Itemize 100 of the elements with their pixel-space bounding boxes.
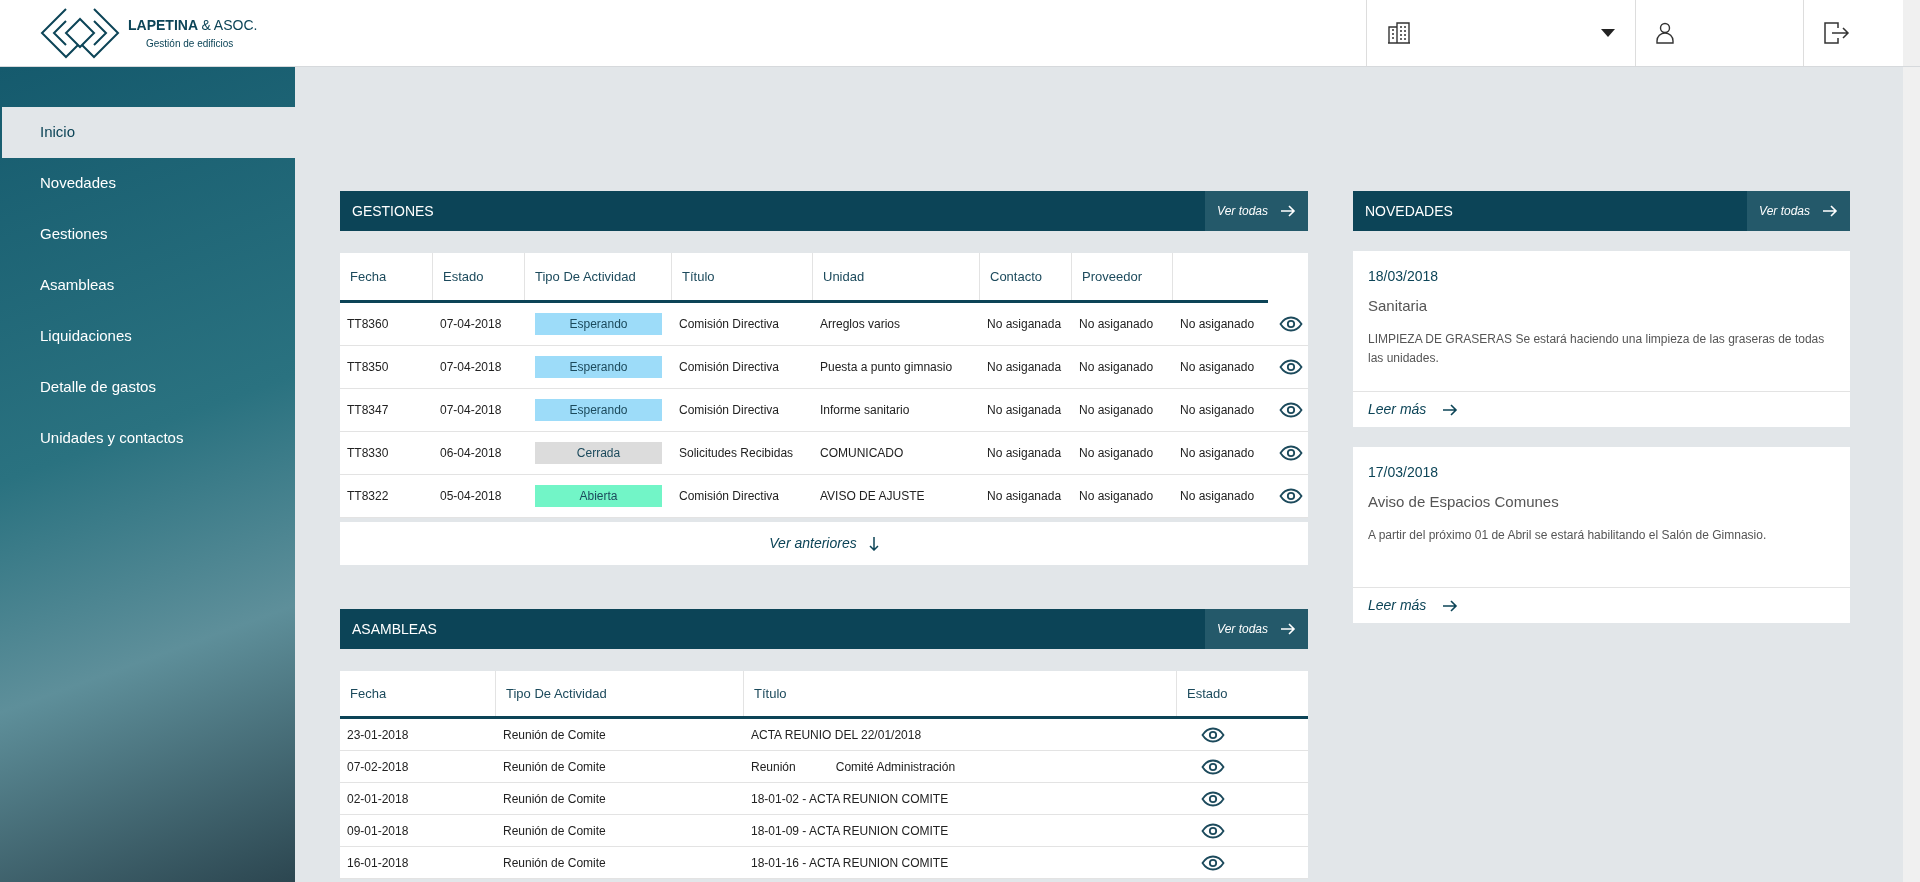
arrow-right-icon bbox=[1822, 205, 1838, 217]
news-date: 17/03/2018 bbox=[1368, 463, 1440, 482]
table-cell-text: 23-01-2018 bbox=[346, 726, 410, 744]
table-cell-text: No asiganado bbox=[1078, 489, 1155, 503]
status-badge: Esperando bbox=[535, 356, 662, 378]
table-cell-text: 09-01-2018 bbox=[346, 822, 410, 840]
news-body: A partir del próximo 01 de Abril se estará habilitando el Salón de Gimnasio. bbox=[1368, 526, 1768, 544]
table-cell-text: No asiganado bbox=[1179, 403, 1256, 417]
arrow-right-icon bbox=[1280, 623, 1296, 635]
view-all-link[interactable]: Ver todas bbox=[1205, 609, 1308, 649]
view-icon[interactable] bbox=[1278, 316, 1303, 332]
table-cell-text: Comisión Directiva bbox=[678, 403, 781, 417]
user-icon bbox=[1656, 22, 1674, 44]
table-cell-text: Comisión Directiva bbox=[678, 317, 781, 331]
news-date: 18/03/2018 bbox=[1368, 267, 1440, 286]
view-icon[interactable] bbox=[1278, 402, 1303, 418]
table-cell-text: Reunión de Comite bbox=[502, 854, 607, 872]
status-badge: Abierta bbox=[535, 485, 662, 507]
table-cell-text: No asiganado bbox=[1078, 446, 1155, 460]
table-cell-text: Comisión Directiva bbox=[678, 360, 781, 374]
sidebar-item[interactable]: Unidades y contactos bbox=[2, 413, 295, 464]
table-cell-text: TT8330 bbox=[346, 446, 390, 460]
table-cell-text: Informe sanitario bbox=[819, 403, 911, 417]
view-all-link[interactable]: Ver todas bbox=[1205, 191, 1308, 231]
table-cell-text: COMUNICADO bbox=[819, 446, 905, 460]
table-cell-text: 07-04-2018 bbox=[439, 317, 503, 331]
building-icon bbox=[1387, 22, 1411, 44]
arrow-right-icon bbox=[1442, 599, 1459, 612]
table-cell-text: Reunión Comité Administración bbox=[750, 758, 957, 776]
table-cell-text: TT8360 bbox=[346, 317, 390, 331]
table-cell-text: 18-01-16 - ACTA REUNION COMITE bbox=[750, 854, 950, 872]
table-cell-text: No asiganado bbox=[1179, 317, 1256, 331]
table-cell-text: 18-01-02 - ACTA REUNION COMITE bbox=[750, 790, 950, 808]
table-cell-text: 05-04-2018 bbox=[439, 489, 503, 503]
table-cell-text: AVISO DE AJUSTE bbox=[819, 489, 926, 503]
table-cell-text: Reunión de Comite bbox=[502, 822, 607, 840]
table-cell-text: No asiganado bbox=[1179, 446, 1256, 460]
table-cell-text: No asiganada bbox=[986, 317, 1063, 331]
panel-title: GESTIONES bbox=[351, 201, 435, 221]
table-cell-text: TT8347 bbox=[346, 403, 390, 417]
sidebar-item[interactable]: Detalle de gastos bbox=[2, 362, 295, 413]
table-cell-text: Solicitudes Recibidas bbox=[678, 446, 795, 460]
read-more-link[interactable]: Leer más bbox=[1368, 399, 1459, 420]
table-cell-text: No asiganada bbox=[986, 446, 1063, 460]
table-cell-text: No asiganada bbox=[986, 403, 1063, 417]
table-cell-text: 02-01-2018 bbox=[346, 790, 410, 808]
table-cell-text: Comisión Directiva bbox=[678, 489, 781, 503]
news-body: LIMPIEZA DE GRASERAS Se estará haciendo una limpieza de las graseras de todas las unidades. bbox=[1368, 330, 1826, 367]
caret-icon bbox=[1601, 29, 1615, 37]
news-title: Sanitaria bbox=[1368, 296, 1429, 316]
column-header: Estado bbox=[1186, 684, 1229, 703]
sidebar-item[interactable]: Asambleas bbox=[2, 260, 295, 311]
view-icon[interactable] bbox=[1200, 758, 1225, 775]
table-cell-text: Reunión de Comite bbox=[502, 758, 607, 776]
table-cell-text: No asiganado bbox=[1078, 360, 1155, 374]
status-badge: Esperando bbox=[535, 399, 662, 421]
table-cell-text: No asiganado bbox=[1179, 489, 1256, 503]
view-icon[interactable] bbox=[1278, 488, 1303, 504]
table-cell-text: No asiganada bbox=[986, 360, 1063, 374]
arrow-right-icon bbox=[1442, 403, 1459, 416]
table-cell-text: 18-01-09 - ACTA REUNION COMITE bbox=[750, 822, 950, 840]
panel-title: ASAMBLEAS bbox=[351, 619, 438, 639]
logout-icon bbox=[1824, 22, 1850, 44]
table-cell-text: Puesta a punto gimnasio bbox=[819, 360, 954, 374]
table-cell-text: No asiganado bbox=[1179, 360, 1256, 374]
table-cell-text: ACTA REUNIO DEL 22/01/2018 bbox=[750, 726, 923, 744]
logo-icon bbox=[40, 7, 120, 59]
table-cell-text: 06-04-2018 bbox=[439, 446, 503, 460]
table-cell-text: No asiganado bbox=[1078, 403, 1155, 417]
sidebar-item[interactable]: Liquidaciones bbox=[2, 311, 295, 362]
read-more-link[interactable]: Leer más bbox=[1368, 595, 1459, 616]
table-cell-text: Reunión de Comite bbox=[502, 790, 607, 808]
table-cell-text: 16-01-2018 bbox=[346, 854, 410, 872]
news-title: Aviso de Espacios Comunes bbox=[1368, 492, 1560, 512]
arrow-down-icon bbox=[868, 536, 879, 551]
view-icon[interactable] bbox=[1200, 854, 1225, 871]
table-cell-text: TT8350 bbox=[346, 360, 390, 374]
sidebar-item[interactable]: Gestiones bbox=[2, 209, 295, 260]
table-cell-text: 07-02-2018 bbox=[346, 758, 410, 776]
table-cell-text: No asiganado bbox=[1078, 317, 1155, 331]
view-all-link[interactable]: Ver todas bbox=[1747, 191, 1850, 231]
table-cell-text: No asiganada bbox=[986, 489, 1063, 503]
sidebar-item[interactable]: Inicio bbox=[2, 107, 295, 158]
panel-title: NOVEDADES bbox=[1364, 201, 1454, 221]
load-previous-button[interactable]: Ver anteriores bbox=[340, 522, 1308, 565]
table-cell-text: TT8322 bbox=[346, 489, 390, 503]
status-badge: Cerrada bbox=[535, 442, 662, 464]
sidebar-item[interactable]: Novedades bbox=[2, 158, 295, 209]
brand-name: LAPETINA & ASOC. bbox=[128, 16, 258, 35]
view-icon[interactable] bbox=[1200, 726, 1225, 743]
table-cell-text: 07-04-2018 bbox=[439, 360, 503, 374]
view-icon[interactable] bbox=[1278, 359, 1303, 375]
view-icon[interactable] bbox=[1200, 822, 1225, 839]
table-cell-text: Arreglos varios bbox=[819, 317, 902, 331]
view-icon[interactable] bbox=[1200, 790, 1225, 807]
brand-tagline: Gestión de edificios bbox=[145, 37, 235, 51]
arrow-right-icon bbox=[1280, 205, 1296, 217]
view-icon[interactable] bbox=[1278, 445, 1303, 461]
table-cell-text: 07-04-2018 bbox=[439, 403, 503, 417]
status-badge: Esperando bbox=[535, 313, 662, 335]
